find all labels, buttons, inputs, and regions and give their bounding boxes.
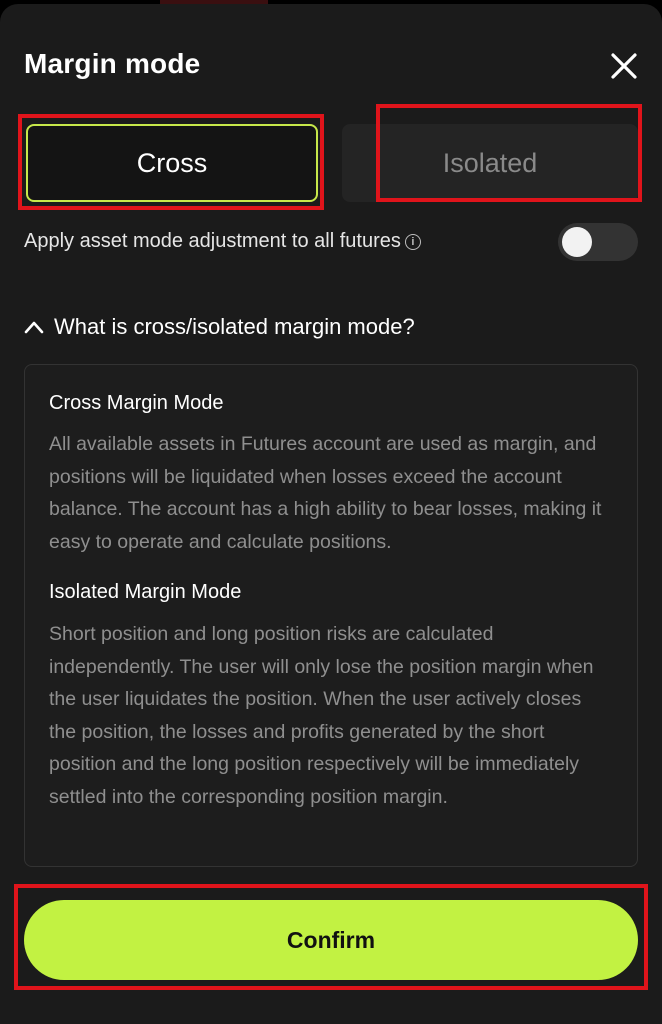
chevron-up-icon bbox=[24, 321, 44, 334]
apply-all-label: Apply asset mode adjustment to all futur… bbox=[24, 230, 401, 252]
toggle-knob bbox=[562, 227, 592, 257]
cross-margin-heading: Cross Margin Mode bbox=[49, 392, 224, 414]
apply-all-row: Apply asset mode adjustment to all futur… bbox=[24, 230, 421, 253]
confirm-label: Confirm bbox=[286, 926, 376, 953]
isolated-mode-label: Isolated bbox=[442, 147, 538, 178]
confirm-button[interactable]: Confirm bbox=[24, 900, 638, 980]
info-icon[interactable]: i bbox=[404, 233, 421, 250]
explanation-card: Cross Margin Mode All available assets i… bbox=[24, 364, 638, 867]
margin-mode-sheet: Margin mode Cross Isolated Apply asset m… bbox=[0, 4, 662, 1024]
apply-all-toggle[interactable] bbox=[558, 223, 638, 261]
faq-question: What is cross/isolated margin mode? bbox=[54, 314, 415, 339]
faq-toggle[interactable]: What is cross/isolated margin mode? bbox=[24, 314, 415, 340]
close-icon bbox=[611, 53, 637, 79]
isolated-margin-description: Short position and long position risks a… bbox=[49, 623, 594, 808]
sheet-title: Margin mode bbox=[24, 48, 201, 79]
isolated-mode-button[interactable]: Isolated bbox=[342, 124, 638, 202]
close-button[interactable] bbox=[604, 46, 644, 86]
cross-mode-button[interactable]: Cross bbox=[26, 124, 318, 202]
cross-margin-description: All available assets in Futures account … bbox=[49, 433, 602, 553]
cross-mode-label: Cross bbox=[136, 147, 208, 178]
isolated-margin-heading: Isolated Margin Mode bbox=[49, 581, 242, 603]
